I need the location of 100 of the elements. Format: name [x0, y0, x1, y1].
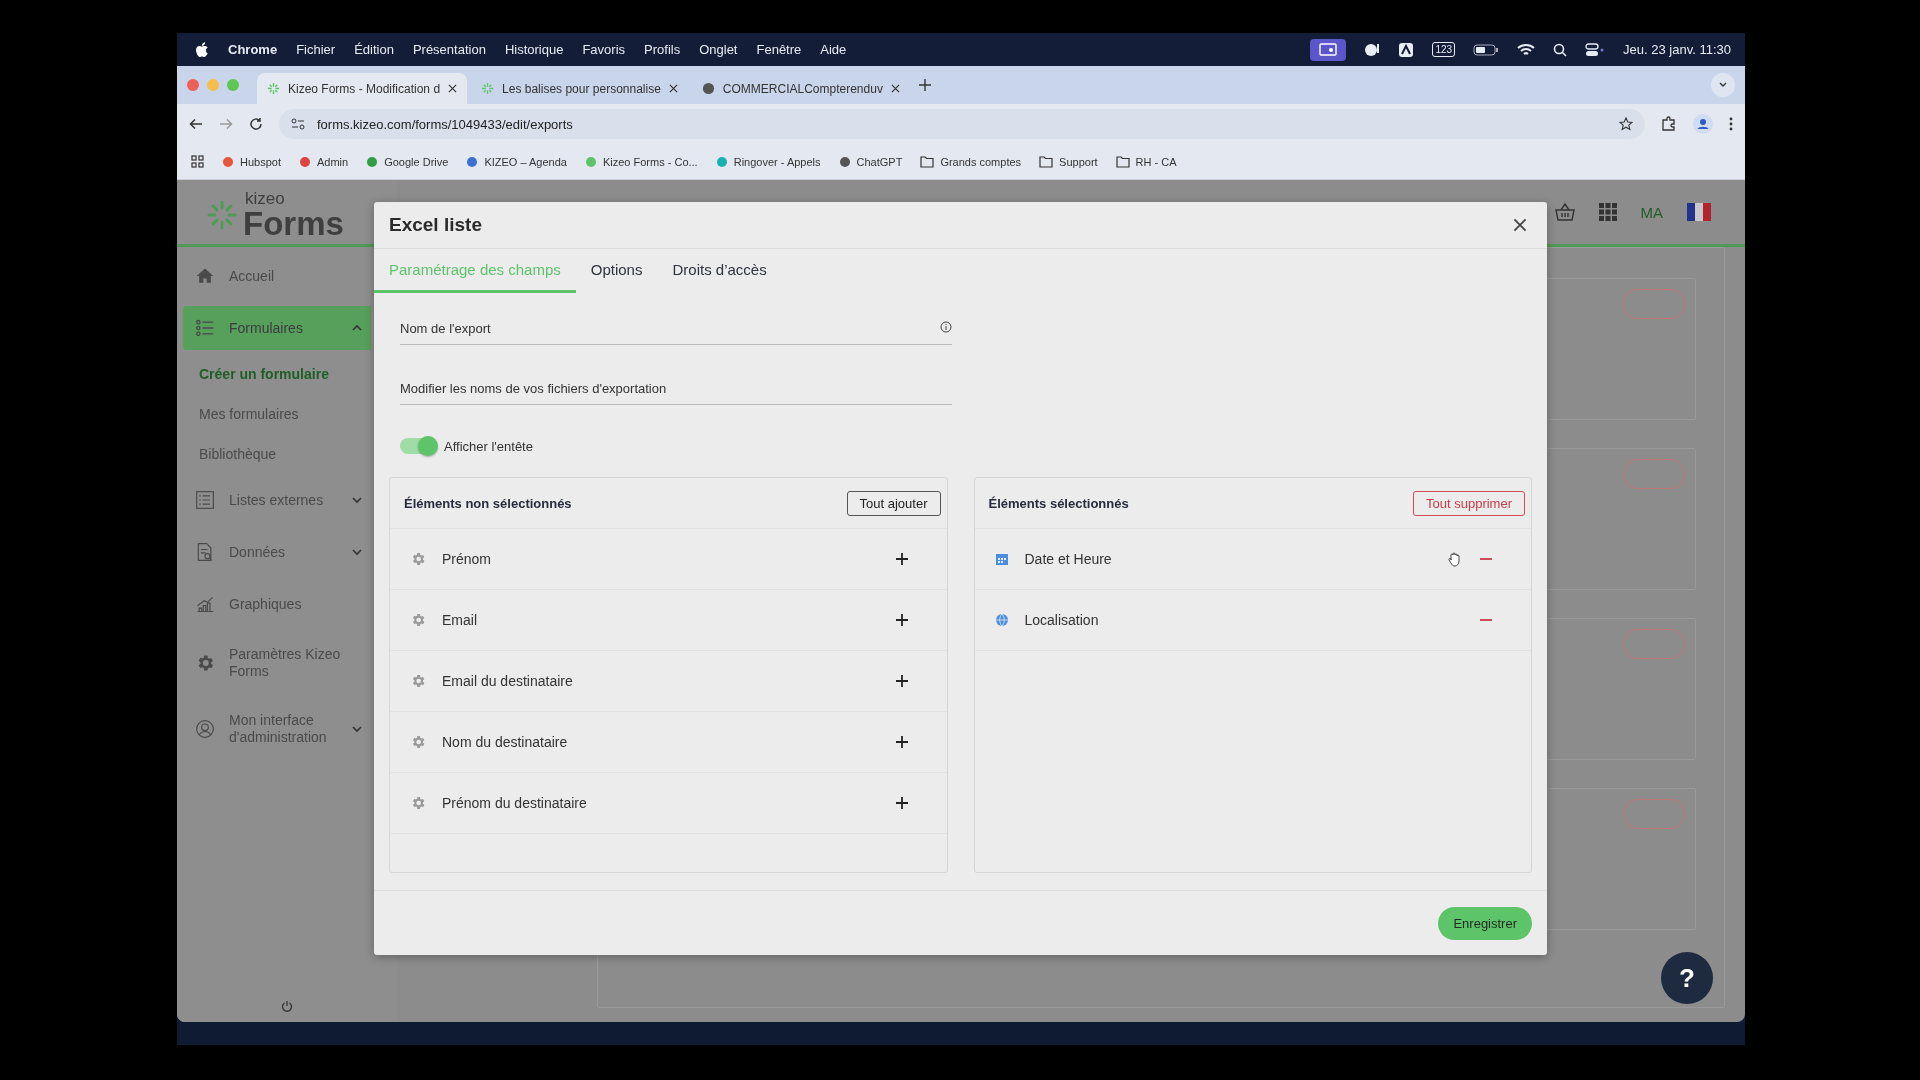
- reload-icon[interactable]: [249, 117, 263, 131]
- browser-tab[interactable]: Les balises pour personnalise: [471, 73, 688, 104]
- gear-icon: [410, 734, 426, 750]
- text-field[interactable]: Nom de l'export: [400, 313, 952, 345]
- sparkle-icon: [481, 82, 495, 95]
- remove-all-button[interactable]: Tout supprimer: [1413, 490, 1525, 516]
- menu-item[interactable]: Édition: [354, 42, 394, 57]
- close-icon[interactable]: [890, 84, 900, 93]
- info-icon[interactable]: [940, 321, 952, 333]
- bookmark[interactable]: Grands comptes: [920, 155, 1022, 168]
- search-icon[interactable]: [1553, 42, 1568, 57]
- document-icon: [195, 542, 215, 562]
- field-name: Date et Heure: [1024, 551, 1113, 567]
- basket-icon[interactable]: [1554, 203, 1575, 221]
- apple-icon[interactable]: [195, 41, 209, 58]
- close-icon[interactable]: [448, 84, 458, 93]
- screen-share-icon[interactable]: [1310, 38, 1347, 61]
- flag-icon[interactable]: [1687, 203, 1711, 221]
- browser-tab[interactable]: Kizeo Forms - Modification d: [257, 73, 468, 104]
- menu-item[interactable]: Favoris: [582, 42, 626, 57]
- site-icon: [222, 155, 234, 168]
- menu-item[interactable]: Aide: [820, 42, 847, 57]
- control-center-icon[interactable]: [1585, 42, 1606, 57]
- text-field[interactable]: Modifier les noms de vos fichiers d'exportation: [400, 373, 952, 405]
- home-icon: [195, 266, 215, 286]
- sidebar-item[interactable]: Formulaires: [183, 306, 371, 350]
- bookmark[interactable]: RH - CA: [1115, 155, 1177, 168]
- remove-button[interactable]: [1479, 618, 1493, 622]
- bookmark[interactable]: Ringover - Appels: [715, 155, 821, 168]
- close-button[interactable]: [1513, 218, 1527, 232]
- remove-button[interactable]: [1479, 557, 1493, 561]
- tab[interactable]: Options: [575, 249, 658, 293]
- add-all-button[interactable]: Tout ajouter: [846, 490, 941, 516]
- bookmark[interactable]: Hubspot: [222, 155, 281, 168]
- toggle-switch[interactable]: [400, 438, 436, 454]
- site-icon: [715, 155, 728, 168]
- list-icon: [195, 318, 215, 338]
- folder-icon: [920, 155, 935, 168]
- bookmark[interactable]: Support: [1039, 155, 1098, 168]
- sparkle-logo-icon: [207, 200, 237, 230]
- field-name: Email du destinataire: [442, 673, 574, 689]
- bookmark[interactable]: Admin: [299, 155, 349, 168]
- sparkle-icon: [267, 82, 280, 95]
- help-button[interactable]: ?: [1661, 952, 1713, 1004]
- bookmark[interactable]: Google Drive: [366, 155, 449, 168]
- field-name: Nom du destinataire: [442, 734, 569, 750]
- menu-item[interactable]: Fenêtre: [756, 42, 802, 57]
- field-name: Prénom: [442, 551, 493, 567]
- keyboard-indicator[interactable]: 123: [1432, 42, 1456, 57]
- calendar-icon: [994, 552, 1009, 566]
- new-tab-icon[interactable]: [917, 78, 932, 92]
- site-settings-icon[interactable]: [291, 118, 305, 130]
- bar-chart-icon: [195, 594, 215, 614]
- profile-icon[interactable]: [1693, 114, 1713, 134]
- chevron-icon[interactable]: [351, 494, 363, 506]
- bookmark[interactable]: Kizeo Forms - Co...: [584, 155, 698, 168]
- clock[interactable]: Jeu. 23 janv. 11:30: [1623, 42, 1731, 57]
- menu-item[interactable]: Présentation: [412, 42, 486, 57]
- site-icon: [299, 155, 311, 168]
- battery-icon: [1473, 43, 1500, 56]
- close-icon[interactable]: [668, 84, 678, 93]
- grid-icon[interactable]: [1598, 203, 1617, 221]
- extensions-icon[interactable]: [1661, 116, 1677, 132]
- add-button[interactable]: [894, 796, 909, 810]
- site-icon: [838, 155, 851, 168]
- address-bar[interactable]: forms.kizeo.com/forms/1049433/edit/exports: [279, 109, 1645, 139]
- save-button[interactable]: Enregistrer: [1438, 906, 1532, 940]
- chevron-icon[interactable]: [351, 546, 363, 558]
- menu-item[interactable]: Chrome: [228, 42, 278, 57]
- add-button[interactable]: [894, 735, 909, 749]
- field-name: Prénom du destinataire: [442, 795, 588, 811]
- wifi-icon[interactable]: [1517, 42, 1536, 57]
- menu-item[interactable]: Fichier: [296, 42, 336, 57]
- menu-item[interactable]: Profils: [644, 42, 681, 57]
- toggle-label: Afficher l'entête: [444, 438, 533, 454]
- add-button[interactable]: [894, 613, 909, 627]
- status-icon[interactable]: [1364, 41, 1381, 58]
- add-button[interactable]: [894, 552, 909, 566]
- star-icon[interactable]: [1619, 117, 1633, 131]
- app-icon[interactable]: [1398, 41, 1415, 58]
- folder-icon: [1039, 155, 1054, 168]
- logo-text: Forms: [243, 207, 344, 240]
- tab[interactable]: Droits d’accès: [657, 249, 782, 293]
- gear-icon: [410, 795, 426, 811]
- chevron-icon[interactable]: [351, 723, 363, 735]
- browser-tab[interactable]: COMMERCIALCompterenduv: [691, 73, 910, 104]
- bookmark[interactable]: ChatGPT: [838, 155, 903, 168]
- power-icon[interactable]: [281, 1000, 293, 1012]
- menu-item[interactable]: Onglet: [699, 42, 738, 57]
- menu-item[interactable]: Historique: [504, 42, 564, 57]
- gear-icon: [410, 673, 426, 689]
- site-icon: [366, 155, 379, 168]
- bookmark[interactable]: KIZEO – Agenda: [466, 155, 567, 168]
- gear-icon: [410, 551, 426, 567]
- more-icon[interactable]: [1729, 117, 1733, 131]
- apps-icon[interactable]: [191, 155, 204, 168]
- site-icon: [584, 155, 597, 168]
- back-icon[interactable]: [189, 117, 203, 131]
- add-button[interactable]: [894, 674, 909, 688]
- field-name: Localisation: [1024, 612, 1100, 628]
